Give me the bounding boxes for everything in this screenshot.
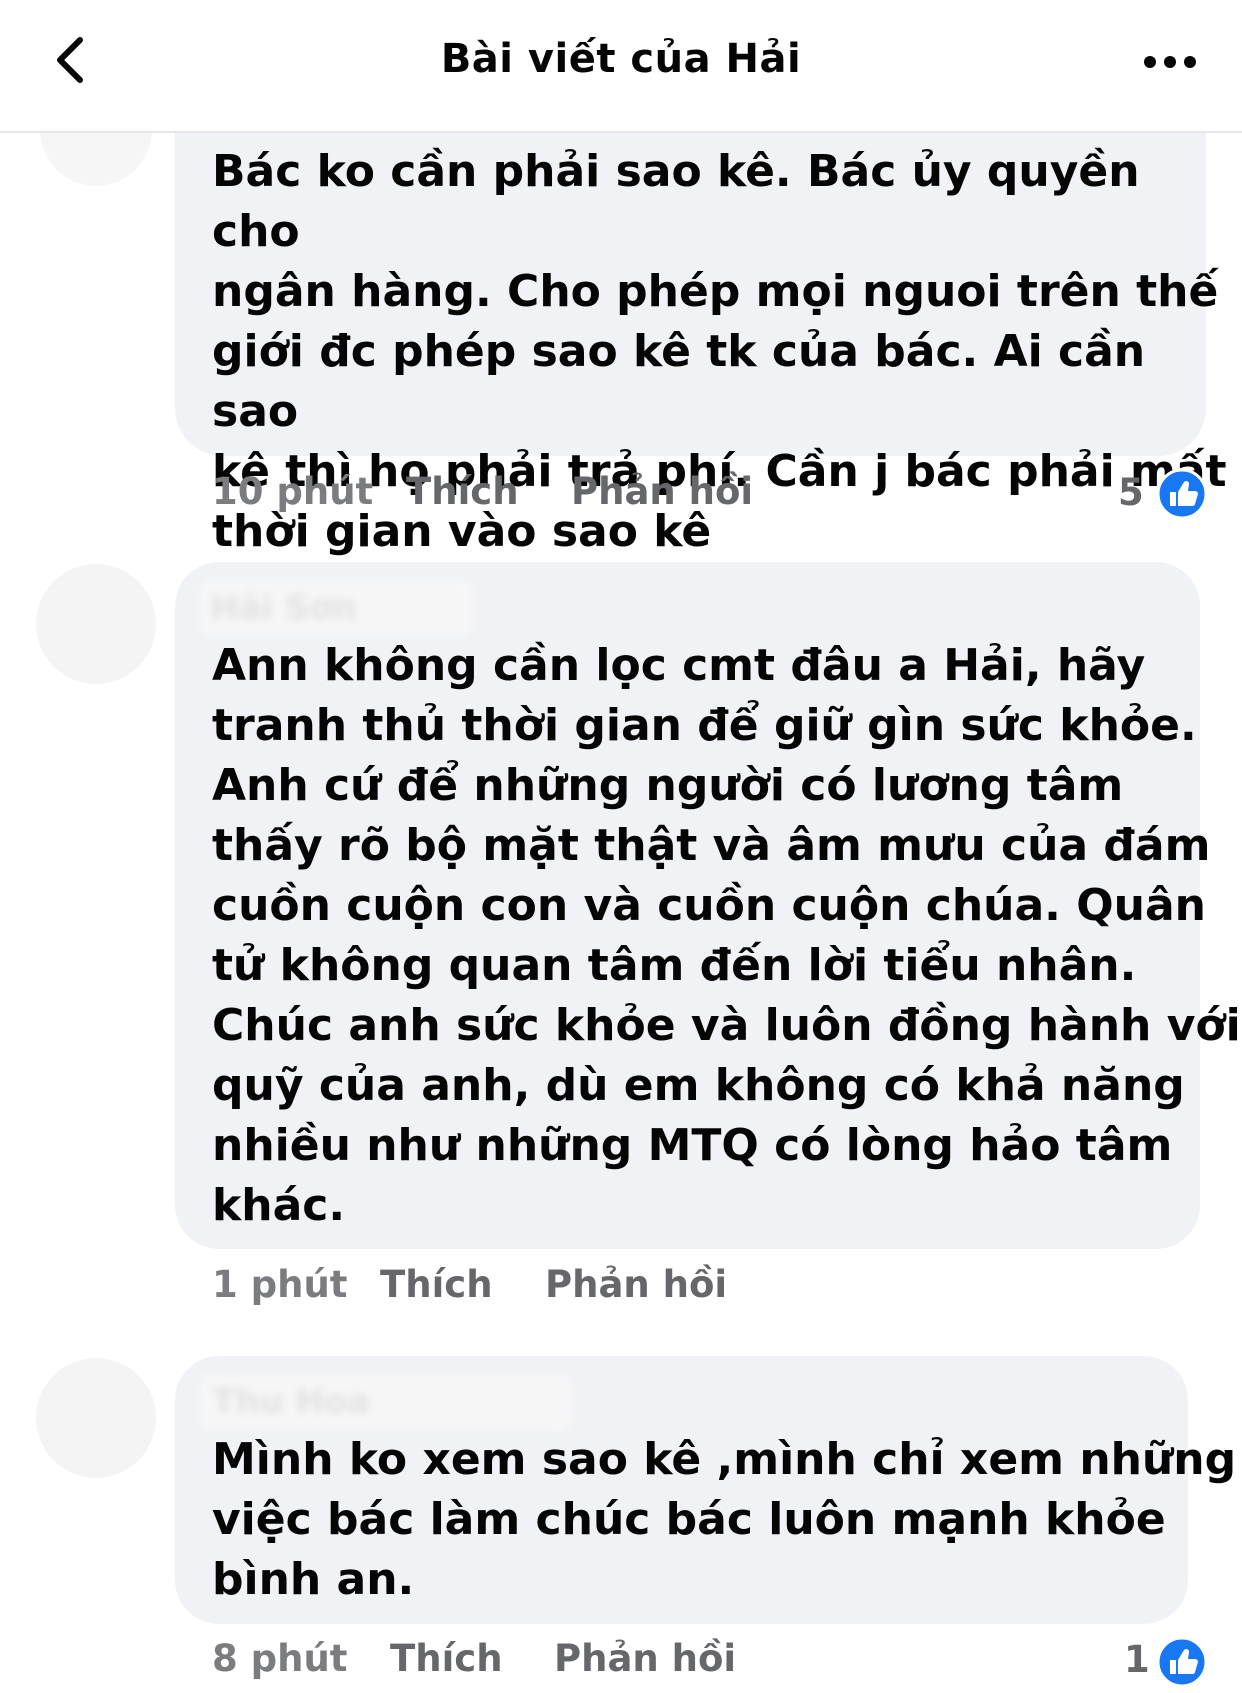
reaction-count[interactable]: 1 (1124, 1638, 1150, 1681)
like-button[interactable]: Thích (380, 1263, 493, 1306)
avatar[interactable] (36, 564, 156, 684)
comment-time[interactable]: 1 phút (212, 1263, 347, 1306)
top-bar: Bài viết của Hải (0, 0, 1242, 133)
avatar[interactable] (36, 1358, 156, 1478)
like-thumb-icon (1156, 468, 1208, 520)
reply-button[interactable]: Phản hồi (545, 1263, 727, 1306)
page-title: Bài viết của Hải (440, 36, 802, 82)
more-options-icon (1144, 56, 1196, 68)
comment-author[interactable]: Thu Hoa (200, 1374, 572, 1430)
reaction-count[interactable]: 5 (1118, 471, 1144, 514)
comment-time[interactable]: 8 phút (212, 1637, 347, 1680)
comment-text: Ann không cần lọc cmt đâu a Hải, hãy tra… (212, 640, 1241, 1231)
reply-button[interactable]: Phản hồi (571, 470, 753, 513)
comment-author[interactable]: Hải Sơn (200, 580, 472, 636)
like-button[interactable]: Thích (406, 470, 519, 513)
comment-time[interactable]: 10 phút (212, 470, 373, 513)
comment-text: Mình ko xem sao kê ,mình chỉ xem những v… (212, 1434, 1237, 1605)
like-button[interactable]: Thích (390, 1637, 503, 1680)
reply-button[interactable]: Phản hồi (554, 1637, 736, 1680)
more-options-button[interactable] (1140, 42, 1200, 82)
like-thumb-icon (1156, 1636, 1208, 1688)
